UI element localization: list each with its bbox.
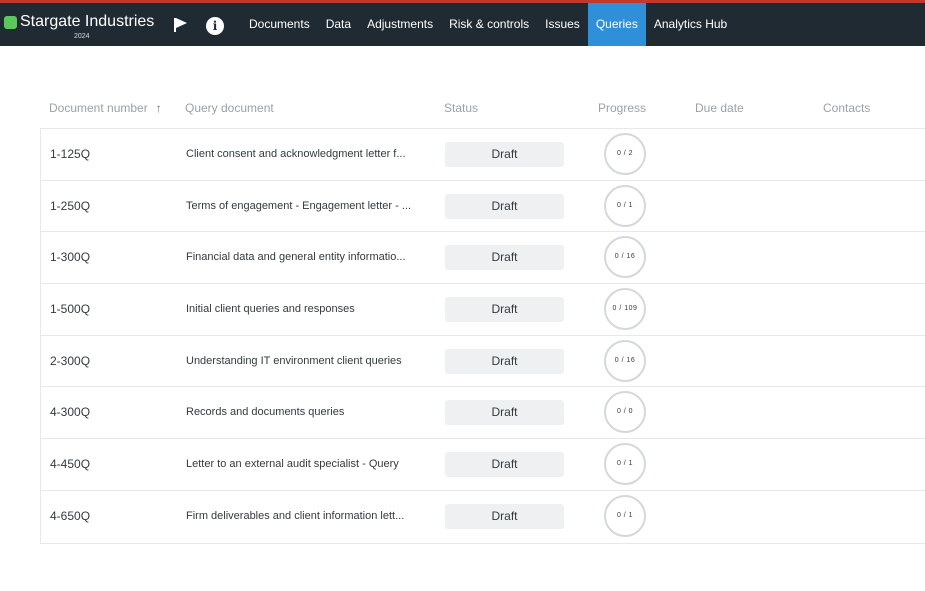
column-header-query-document[interactable]: Query document xyxy=(185,101,274,115)
query-document-link[interactable]: Letter to an external audit specialist -… xyxy=(186,439,431,490)
table-row[interactable]: 4-450Q Letter to an external audit specia… xyxy=(41,439,925,491)
flag-icon[interactable] xyxy=(171,15,191,35)
query-document-link[interactable]: Records and documents queries xyxy=(186,387,431,438)
progress-ring: 0 / 109 xyxy=(604,288,646,331)
query-document-link[interactable]: Understanding IT environment client quer… xyxy=(186,336,431,387)
info-icon[interactable]: i xyxy=(206,17,224,35)
table-row[interactable]: 4-650Q Firm deliverables and client infor… xyxy=(41,491,925,543)
progress-ring: 0 / 1 xyxy=(604,184,646,227)
document-number-cell[interactable]: 1-125Q xyxy=(50,129,90,180)
status-badge[interactable]: Draft xyxy=(445,193,564,219)
nav-tab-documents[interactable]: Documents xyxy=(241,3,318,46)
column-header-contacts[interactable]: Contacts xyxy=(823,101,870,115)
nav-tab-adjustments[interactable]: Adjustments xyxy=(359,3,441,46)
table-header: Document number ↑ Query document Status P… xyxy=(40,95,925,119)
document-number-cell[interactable]: 4-300Q xyxy=(50,387,90,438)
progress-ring: 0 / 1 xyxy=(604,443,646,486)
progress-ring: 0 / 0 xyxy=(604,391,646,434)
top-navigation-bar: Stargate Industries 2024 i Documents Data… xyxy=(0,0,925,46)
status-badge[interactable]: Draft xyxy=(445,142,564,167)
table-row[interactable]: 1-300Q Financial data and general entity … xyxy=(41,232,925,285)
query-document-link[interactable]: Initial client queries and responses xyxy=(186,284,431,335)
column-header-document-number[interactable]: Document number ↑ xyxy=(49,101,162,115)
nav-tab-issues[interactable]: Issues xyxy=(537,3,588,46)
status-badge[interactable]: Draft xyxy=(445,348,564,374)
query-document-link[interactable]: Firm deliverables and client information… xyxy=(186,491,431,542)
table-row[interactable]: 1-500Q Initial client queries and respons… xyxy=(41,284,925,336)
table-row[interactable]: 2-300Q Understanding IT environment clien… xyxy=(41,336,925,388)
progress-ring: 0 / 16 xyxy=(604,236,646,279)
query-document-link[interactable]: Client consent and acknowledgment letter… xyxy=(186,129,431,180)
nav-tab-data[interactable]: Data xyxy=(318,3,359,46)
progress-ring: 0 / 2 xyxy=(604,133,646,175)
query-document-link[interactable]: Terms of engagement - Engagement letter … xyxy=(186,181,431,232)
status-badge[interactable]: Draft xyxy=(445,245,564,271)
query-document-link[interactable]: Financial data and general entity inform… xyxy=(186,232,431,283)
main-nav: Documents Data Adjustments Risk & controls I… xyxy=(241,3,735,46)
nav-tab-analytics-hub[interactable]: Analytics Hub xyxy=(646,3,735,46)
brand-year: 2024 xyxy=(74,33,90,40)
table-row[interactable]: 1-250Q Terms of engagement - Engagement l… xyxy=(41,181,925,233)
queries-table: 1-125Q Client consent and acknowledgment … xyxy=(40,128,925,544)
document-number-cell[interactable]: 4-650Q xyxy=(50,491,90,542)
document-number-cell[interactable]: 1-250Q xyxy=(50,181,90,232)
status-badge[interactable]: Draft xyxy=(445,503,564,529)
progress-ring: 0 / 16 xyxy=(604,339,646,382)
progress-ring: 0 / 1 xyxy=(604,494,646,537)
column-header-due-date[interactable]: Due date xyxy=(695,101,744,115)
document-number-cell[interactable]: 4-450Q xyxy=(50,439,90,490)
status-badge[interactable]: Draft xyxy=(445,452,564,478)
brand-logo-icon xyxy=(4,16,17,29)
flag-icon-graphic xyxy=(174,18,187,32)
nav-tab-queries[interactable]: Queries xyxy=(587,3,646,46)
document-number-cell[interactable]: 2-300Q xyxy=(50,336,90,387)
sort-arrow-up-icon[interactable]: ↑ xyxy=(156,101,162,115)
status-badge[interactable]: Draft xyxy=(445,297,564,323)
document-number-cell[interactable]: 1-300Q xyxy=(50,232,90,283)
column-header-status[interactable]: Status xyxy=(444,101,478,115)
column-header-document-number-label: Document number xyxy=(49,101,148,115)
brand-name: Stargate Industries xyxy=(20,13,155,30)
document-number-cell[interactable]: 1-500Q xyxy=(50,284,90,335)
table-row[interactable]: 4-300Q Records and documents queries Draft… xyxy=(41,387,925,440)
status-badge[interactable]: Draft xyxy=(445,400,564,426)
nav-tab-risk-controls[interactable]: Risk & controls xyxy=(441,3,537,46)
table-row[interactable]: 1-125Q Client consent and acknowledgment … xyxy=(41,129,925,181)
column-header-progress[interactable]: Progress xyxy=(598,101,646,115)
